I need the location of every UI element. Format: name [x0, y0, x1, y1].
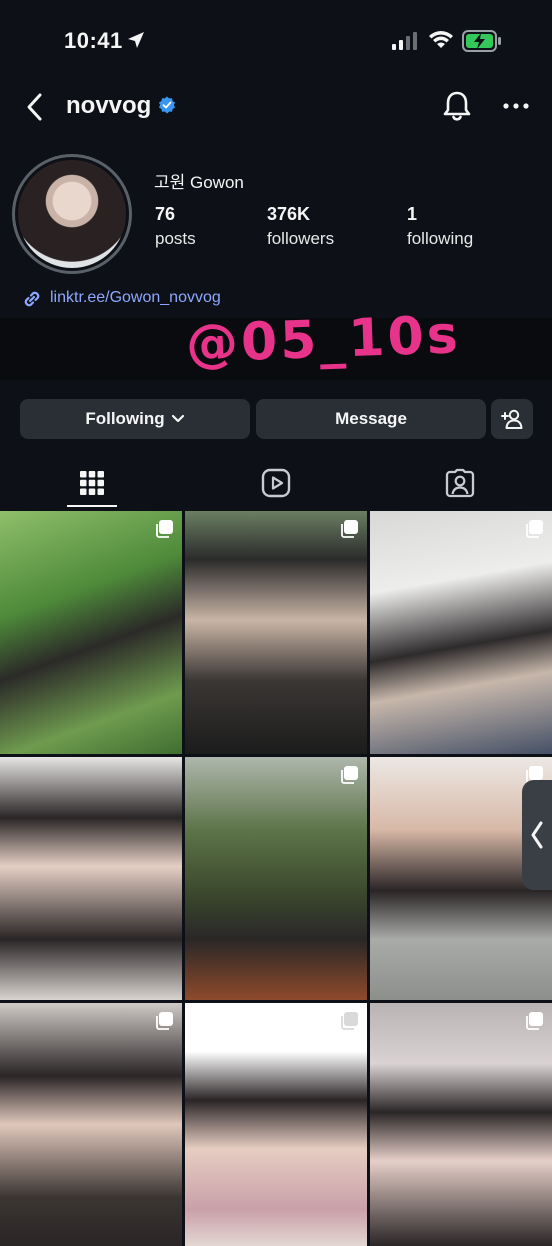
watermark-text: @05_10s: [185, 305, 462, 375]
link-icon: [24, 291, 40, 307]
profile-header: novvog: [0, 80, 552, 136]
following-button-label: Following: [85, 409, 165, 428]
stat-following[interactable]: 1 following: [407, 204, 473, 249]
back-chevron-icon[interactable]: [22, 92, 48, 122]
post-thumbnail[interactable]: [0, 511, 182, 754]
side-panel-handle[interactable]: [522, 780, 552, 890]
chevron-left-icon: [531, 821, 543, 849]
bell-icon[interactable]: [441, 89, 473, 123]
tab-reels[interactable]: [184, 456, 368, 510]
cellular-signal-icon: [392, 32, 417, 50]
post-thumbnail[interactable]: [185, 1003, 367, 1246]
grid-icon: [80, 471, 104, 495]
profile-tabs: [0, 456, 552, 510]
stat-following-label: following: [407, 229, 474, 248]
tagged-person-icon: [445, 468, 475, 498]
active-tab-indicator: [67, 505, 117, 507]
following-button[interactable]: Following: [20, 399, 250, 439]
stat-followers-label: followers: [267, 229, 335, 248]
stat-posts-count: 76: [155, 204, 176, 224]
message-button[interactable]: Message: [256, 399, 486, 439]
message-button-label: Message: [335, 409, 407, 428]
add-person-button[interactable]: [491, 399, 533, 439]
status-bar: 10:41: [0, 0, 552, 80]
more-dots-icon[interactable]: [502, 102, 530, 110]
wifi-icon: [429, 31, 453, 48]
multi-photo-icon: [341, 520, 358, 538]
tab-posts-grid[interactable]: [0, 456, 184, 510]
location-arrow-icon: [128, 32, 144, 48]
post-thumbnail[interactable]: [370, 1003, 552, 1246]
multi-photo-icon: [156, 520, 173, 538]
multi-photo-icon: [526, 520, 543, 538]
post-thumbnail[interactable]: [185, 757, 367, 1000]
multi-photo-icon: [341, 766, 358, 784]
stat-followers-count: 376K: [267, 204, 311, 224]
post-thumbnail[interactable]: [185, 511, 367, 754]
reels-icon: [261, 468, 291, 498]
status-time: 10:41: [64, 28, 123, 53]
verified-badge-icon: [159, 96, 175, 114]
posts-grid: [0, 511, 552, 1246]
post-thumbnail[interactable]: [0, 757, 182, 1000]
post-thumbnail[interactable]: [370, 511, 552, 754]
stat-following-count: 1: [407, 204, 418, 224]
post-thumbnail[interactable]: [0, 1003, 182, 1246]
multi-photo-icon: [156, 1012, 173, 1030]
stat-posts[interactable]: 76 posts: [155, 204, 196, 249]
stat-posts-label: posts: [155, 229, 196, 248]
stat-followers[interactable]: 376K followers: [267, 204, 334, 249]
display-name: 고원 Gowon: [154, 173, 244, 192]
battery-charging-icon: [462, 30, 501, 52]
multi-photo-icon: [341, 1012, 358, 1030]
profile-username: novvog: [66, 92, 152, 119]
chevron-down-icon: [171, 414, 184, 423]
tab-tagged[interactable]: [368, 456, 552, 510]
bio-link-text: linktr.ee/Gowon_novvog: [50, 289, 221, 306]
profile-avatar[interactable]: [18, 160, 126, 268]
bio-link[interactable]: linktr.ee/Gowon_novvog: [20, 287, 221, 316]
add-person-icon: [501, 409, 523, 429]
multi-photo-icon: [526, 1012, 543, 1030]
